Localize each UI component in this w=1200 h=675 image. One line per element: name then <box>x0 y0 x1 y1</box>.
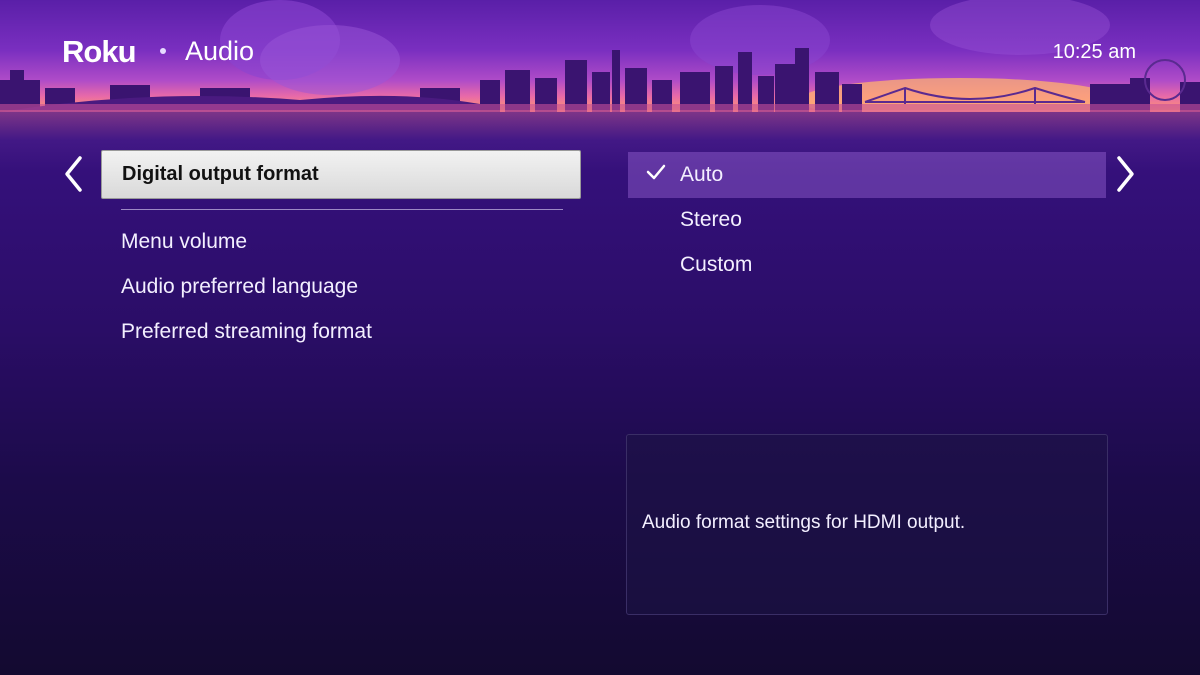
option-stereo[interactable]: Stereo <box>680 208 742 232</box>
page-title: Audio <box>185 36 255 66</box>
chevron-right-icon[interactable] <box>1115 154 1137 201</box>
menu-item-menu-volume[interactable]: Menu volume <box>121 230 247 254</box>
menu-item-preferred-streaming-format[interactable]: Preferred streaming format <box>121 320 372 344</box>
menu-item-digital-output-format[interactable]: Digital output format <box>101 150 581 199</box>
chevron-left-icon[interactable] <box>62 154 84 201</box>
clock: 10:25 am <box>1052 41 1136 63</box>
info-text: Audio format settings for HDMI output. <box>642 512 966 533</box>
menu-item-audio-preferred-language[interactable]: Audio preferred language <box>121 275 358 299</box>
roku-logo: Roku <box>62 34 136 69</box>
option-custom[interactable]: Custom <box>680 253 752 277</box>
title-separator-dot <box>160 48 166 54</box>
city-skyline-illustration <box>0 0 1200 112</box>
option-auto[interactable]: Auto <box>680 163 723 187</box>
header-banner: Roku Audio 10:25 am <box>0 0 1200 112</box>
menu-divider <box>121 209 563 210</box>
checkmark-icon <box>646 164 666 180</box>
info-panel: Audio format settings for HDMI output. <box>626 434 1108 615</box>
